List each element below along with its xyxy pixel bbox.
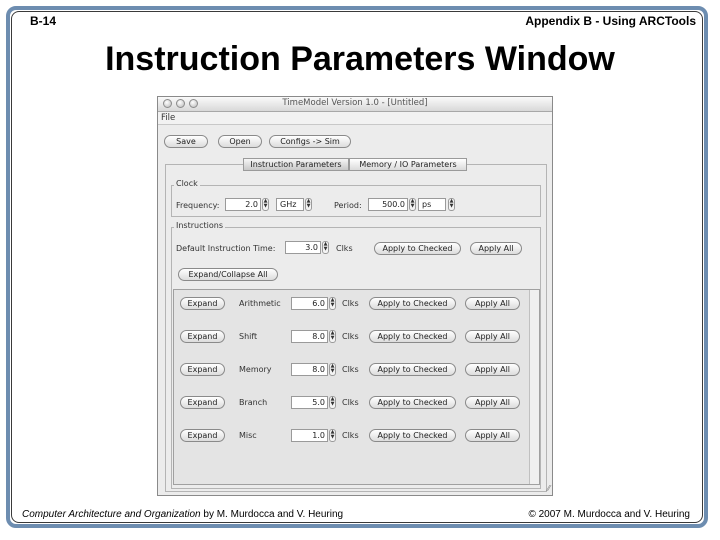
apply-to-checked-button[interactable]: Apply to Checked	[369, 297, 456, 310]
instruction-time-stepper-icon[interactable]: ▲ ▼	[329, 363, 336, 376]
apply-all-button[interactable]: Apply All	[465, 363, 520, 376]
footer-citation: Computer Architecture and Organization b…	[22, 509, 343, 520]
period-unit-select[interactable]: ps	[418, 198, 446, 211]
instruction-time-field[interactable]: 6.0	[291, 297, 328, 310]
save-button[interactable]: Save	[164, 135, 208, 148]
period-label: Period:	[334, 201, 362, 210]
footer-book-title: Computer Architecture and Organization	[22, 509, 201, 520]
apply-to-checked-button[interactable]: Apply to Checked	[369, 396, 456, 409]
section-header: Appendix B - Using ARCTools	[525, 14, 696, 28]
expand-button[interactable]: Expand	[180, 330, 225, 343]
apply-all-button[interactable]: Apply All	[465, 396, 520, 409]
period-unit-chevron-icon[interactable]: ▲ ▼	[448, 198, 455, 211]
instruction-time-unit: Clks	[342, 398, 359, 407]
instruction-time-stepper-icon[interactable]: ▲ ▼	[329, 330, 336, 343]
instructions-legend: Instructions	[174, 221, 225, 230]
apply-all-button[interactable]: Apply All	[465, 330, 520, 343]
frequency-label: Frequency:	[176, 201, 220, 210]
vertical-scrollbar[interactable]	[529, 290, 539, 484]
period-stepper-icon[interactable]: ▲ ▼	[409, 198, 416, 211]
instruction-time-stepper-icon[interactable]: ▲ ▼	[329, 396, 336, 409]
instruction-time-stepper-icon[interactable]: ▲ ▼	[329, 297, 336, 310]
menu-bar: File	[158, 112, 552, 125]
footer-copyright: © 2007 M. Murdocca and V. Heuring	[528, 509, 690, 520]
expand-button[interactable]: Expand	[180, 363, 225, 376]
tab-memory-io-parameters[interactable]: Memory / IO Parameters	[349, 158, 467, 171]
apply-all-button[interactable]: Apply All	[465, 429, 520, 442]
frequency-unit-select[interactable]: GHz	[276, 198, 304, 211]
instruction-name: Branch	[239, 398, 268, 407]
instruction-name: Arithmetic	[239, 299, 281, 308]
instruction-time-stepper-icon[interactable]: ▲ ▼	[329, 429, 336, 442]
instruction-time-unit: Clks	[342, 332, 359, 341]
expand-button[interactable]: Expand	[180, 396, 225, 409]
apply-to-checked-button[interactable]: Apply to Checked	[369, 363, 456, 376]
frequency-unit-chevron-icon[interactable]: ▲ ▼	[305, 198, 312, 211]
window-titlebar: TimeModel Version 1.0 - [Untitled]	[158, 97, 552, 112]
configs-to-sim-button[interactable]: Configs -> Sim	[269, 135, 351, 148]
tab-instruction-parameters[interactable]: Instruction Parameters	[243, 158, 349, 171]
instruction-name: Shift	[239, 332, 258, 341]
frequency-stepper-icon[interactable]: ▲ ▼	[262, 198, 269, 211]
slide-title: Instruction Parameters Window	[105, 40, 615, 78]
instruction-time-unit: Clks	[342, 365, 359, 374]
default-apply-all-button[interactable]: Apply All	[470, 242, 522, 255]
window-title: TimeModel Version 1.0 - [Untitled]	[282, 98, 428, 108]
apply-all-button[interactable]: Apply All	[465, 297, 520, 310]
expand-collapse-all-button[interactable]: Expand/Collapse All	[178, 268, 278, 281]
app-window: TimeModel Version 1.0 - [Untitled] File …	[157, 96, 553, 496]
open-button[interactable]: Open	[218, 135, 262, 148]
default-time-unit: Clks	[336, 244, 353, 253]
instruction-time-unit: Clks	[342, 431, 359, 440]
apply-to-checked-button[interactable]: Apply to Checked	[369, 429, 456, 442]
default-apply-to-checked-button[interactable]: Apply to Checked	[374, 242, 461, 255]
frequency-field[interactable]: 2.0	[225, 198, 261, 211]
instruction-name: Misc	[239, 431, 257, 440]
instruction-time-field[interactable]: 1.0	[291, 429, 328, 442]
instruction-time-field[interactable]: 8.0	[291, 363, 328, 376]
instruction-list[interactable]: Expand Arithmetic 6.0 ▲ ▼ Clks Apply to C…	[173, 289, 540, 485]
footer-authors: by M. Murdocca and V. Heuring	[200, 509, 344, 520]
expand-button[interactable]: Expand	[180, 429, 225, 442]
menu-file[interactable]: File	[161, 113, 175, 123]
apply-to-checked-button[interactable]: Apply to Checked	[369, 330, 456, 343]
instruction-time-unit: Clks	[342, 299, 359, 308]
instruction-time-field[interactable]: 8.0	[291, 330, 328, 343]
default-instruction-time-field[interactable]: 3.0	[285, 241, 321, 254]
instruction-name: Memory	[239, 365, 272, 374]
period-field[interactable]: 500.0	[368, 198, 408, 211]
default-time-stepper-icon[interactable]: ▲ ▼	[322, 241, 329, 254]
expand-button[interactable]: Expand	[180, 297, 225, 310]
resize-grip-icon[interactable]: ⁄⁄	[547, 484, 550, 493]
instruction-time-field[interactable]: 5.0	[291, 396, 328, 409]
default-instruction-time-label: Default Instruction Time:	[176, 244, 276, 253]
clock-legend: Clock	[174, 179, 200, 188]
slide-number: B-14	[30, 14, 57, 28]
